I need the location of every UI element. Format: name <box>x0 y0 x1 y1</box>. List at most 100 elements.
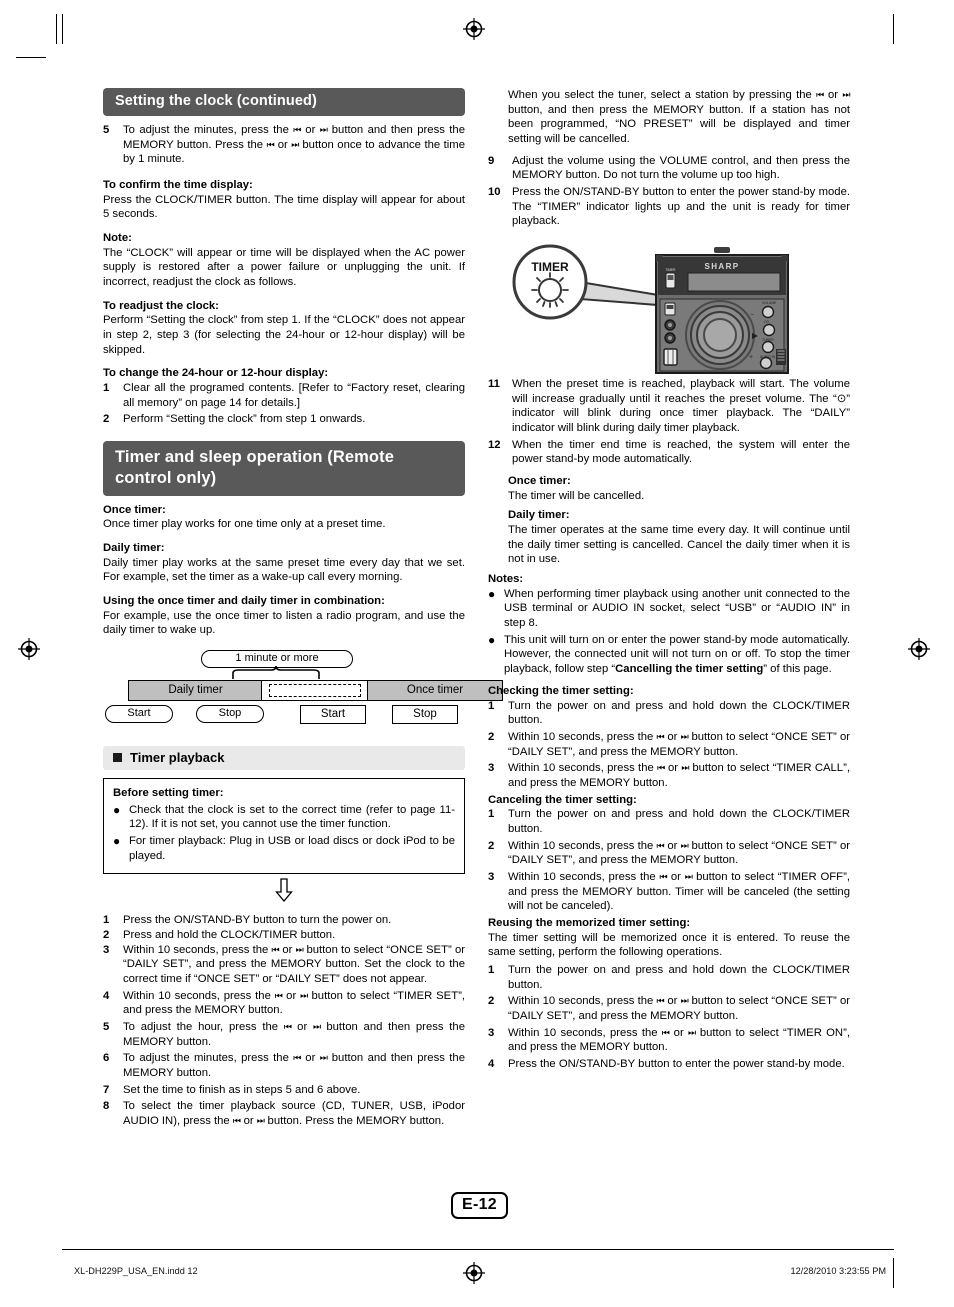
step-number: 2 <box>103 928 110 941</box>
step-number: 2 <box>488 839 495 852</box>
prev-track-icon: ⏮ <box>266 140 275 151</box>
heading-before-setting-timer: Before setting timer: <box>113 786 224 799</box>
prev-track-icon: ⏮ <box>656 841 665 852</box>
diagram-brace <box>232 665 320 679</box>
step-number: 1 <box>488 699 495 712</box>
page-edge-left <box>62 14 63 44</box>
prev-track-icon: ⏮ <box>293 125 301 136</box>
step-text: Press the ON/STAND-BY button to enter th… <box>508 1058 845 1071</box>
registration-mark-bottom <box>463 1262 485 1284</box>
svg-text:VOLUME: VOLUME <box>762 301 777 305</box>
list-item: 4 Press the ON/STAND-BY button to enter … <box>488 1057 850 1072</box>
bullet-item: ● For timer playback: Plug in USB or loa… <box>113 834 455 863</box>
next-track-icon: ⏭ <box>842 90 850 101</box>
step-number: 1 <box>488 963 495 976</box>
before-setting-timer-box: Before setting timer: ● Check that the c… <box>103 777 465 875</box>
step-text: Turn the power on and press and hold dow… <box>508 808 850 835</box>
brand-label: SHARP <box>704 262 739 271</box>
round-bullet-icon: ● <box>113 833 121 848</box>
step-text: To select the timer playback source (CD,… <box>123 1100 465 1128</box>
prev-track-icon: ⏮ <box>271 945 280 956</box>
body-once-daily-combination: For example, use the once timer to liste… <box>103 609 465 637</box>
step-number: 3 <box>488 870 495 883</box>
step-text: Turn the power on and press and hold dow… <box>508 699 850 727</box>
diagram-once-start: Start <box>300 704 366 724</box>
svg-text:−: − <box>750 312 754 319</box>
timer-timeline-diagram: 1 minute or more Daily timer Once timer … <box>103 649 503 736</box>
flow-arrow-down <box>103 878 465 907</box>
step-number: 1 <box>103 914 110 927</box>
list-item-step12: 12 When the timer end time is reached, t… <box>488 438 850 467</box>
step-text: To adjust the minutes, press the ⏮ or ⏭ … <box>123 1052 465 1080</box>
heading-checking-timer-setting: Checking the timer setting: <box>488 684 634 697</box>
step-text: To adjust the hour, press the ⏮ or ⏭ but… <box>123 1021 465 1048</box>
next-track-icon: ⏭ <box>680 841 689 852</box>
heading-reusing-timer-setting: Reusing the memorized timer setting: <box>488 916 691 929</box>
device-illustration: TIMER SHARP TIMER − + VOLUME CD TUNER AU… <box>488 237 850 377</box>
prev-track-icon: ⏮ <box>656 732 665 743</box>
diagram-dashed-region <box>269 683 361 697</box>
body-confirm-time-display: Press the CLOCK/TIMER button. The time d… <box>103 193 465 221</box>
page-number-badge: E-12 <box>451 1192 508 1219</box>
step-text: Within 10 seconds, press the ⏮ or ⏭ butt… <box>123 989 465 1017</box>
round-bullet-icon: ● <box>113 802 121 817</box>
list-item: 1 Turn the power on and press and hold d… <box>488 963 850 992</box>
step-text: Press the ON/STAND-BY button to enter th… <box>512 186 850 228</box>
manual-page: Setting the clock (continued) 5 To adjus… <box>0 0 954 1307</box>
tuner-note: When you select the tuner, select a stat… <box>488 88 850 147</box>
diagram-once-timer-bar: Once timer <box>367 679 503 701</box>
step-number: 4 <box>488 1058 495 1071</box>
list-item-step7: 7 Set the time to finish as in steps 5 a… <box>103 1083 465 1098</box>
step-number: 4 <box>103 989 110 1002</box>
prev-track-icon: ⏮ <box>232 1116 241 1127</box>
step-number: 3 <box>488 762 495 775</box>
section-header-setting-the-clock: Setting the clock (continued) <box>103 88 465 116</box>
body-once-timer-result: The timer will be cancelled. <box>508 489 645 502</box>
list-item: 2 Within 10 seconds, press the ⏮ or ⏭ bu… <box>488 730 850 759</box>
footer-filename: XL-DH229P_USA_EN.indd 12 <box>74 1266 198 1276</box>
step-text: Within 10 seconds, press the ⏮ or ⏭ butt… <box>508 762 850 789</box>
note-bullet-item: ● When performing timer playback using a… <box>488 587 850 631</box>
next-track-icon: ⏭ <box>680 996 689 1007</box>
next-track-icon: ⏭ <box>681 763 689 774</box>
heading-once-timer: Once timer: <box>103 503 166 516</box>
svg-text:TUNER: TUNER <box>762 338 774 342</box>
prev-track-icon: ⏮ <box>293 1053 301 1064</box>
step-text: Within 10 seconds, press the ⏮ or ⏭ butt… <box>508 730 850 758</box>
list-item-step5: 5 To adjust the hour, press the ⏮ or ⏭ b… <box>103 1020 465 1049</box>
list-item: 2 Within 10 seconds, press the ⏮ or ⏭ bu… <box>488 839 850 868</box>
list-item-step10: 10 Press the ON/STAND-BY button to enter… <box>488 185 850 229</box>
left-column: Setting the clock (continued) 5 To adjus… <box>103 88 503 1131</box>
next-track-icon: ⏭ <box>684 872 693 883</box>
prev-track-icon: ⏮ <box>283 1022 292 1033</box>
heading-readjust-clock: To readjust the clock: <box>103 299 219 312</box>
step-text: To adjust the minutes, press the ⏮ or ⏭ … <box>123 123 465 166</box>
next-track-icon: ⏭ <box>319 125 328 136</box>
step-text: Within 10 seconds, press the ⏮ or ⏭ butt… <box>508 839 850 867</box>
subsection-label: Timer playback <box>130 749 225 765</box>
body-readjust-clock: Perform “Setting the clock” from step 1.… <box>103 314 465 356</box>
step-text: When the preset time is reached, playbac… <box>512 378 850 435</box>
svg-text:CD: CD <box>764 320 769 324</box>
step-text: Within 10 seconds, press the ⏮ or ⏭ butt… <box>508 995 850 1023</box>
step-text: Clear all the programed contents. [Refer… <box>123 381 465 409</box>
body-daily-timer: Daily timer play works at the same prese… <box>103 556 465 584</box>
step-number: 7 <box>103 1083 110 1096</box>
round-bullet-icon: ● <box>488 586 496 601</box>
diagram-daily-stop: Stop <box>196 704 264 723</box>
heading-change-hour-display: To change the 24-hour or 12-hour display… <box>103 367 329 380</box>
list-item: 3 Within 10 seconds, press the ⏮ or ⏭ bu… <box>488 761 850 790</box>
page-edge-right <box>893 14 894 44</box>
list-item-step8: 8 To select the timer playback source (C… <box>103 1099 465 1128</box>
body-reusing-timer-setting: The timer setting will be memorized once… <box>488 931 850 959</box>
prev-track-icon: ⏮ <box>661 1028 670 1039</box>
page-edge-right-bottom <box>893 1258 894 1288</box>
crop-mark-top-left-vertical <box>56 14 57 44</box>
next-track-icon: ⏭ <box>300 991 308 1002</box>
body-daily-timer-result: The timer operates at the same time ever… <box>508 524 850 566</box>
subsection-header-timer-playback: Timer playback <box>103 745 465 770</box>
footer-divider <box>62 1249 894 1250</box>
diagram-daily-start: Start <box>105 704 173 723</box>
list-item-step6: 6 To adjust the minutes, press the ⏮ or … <box>103 1051 465 1080</box>
